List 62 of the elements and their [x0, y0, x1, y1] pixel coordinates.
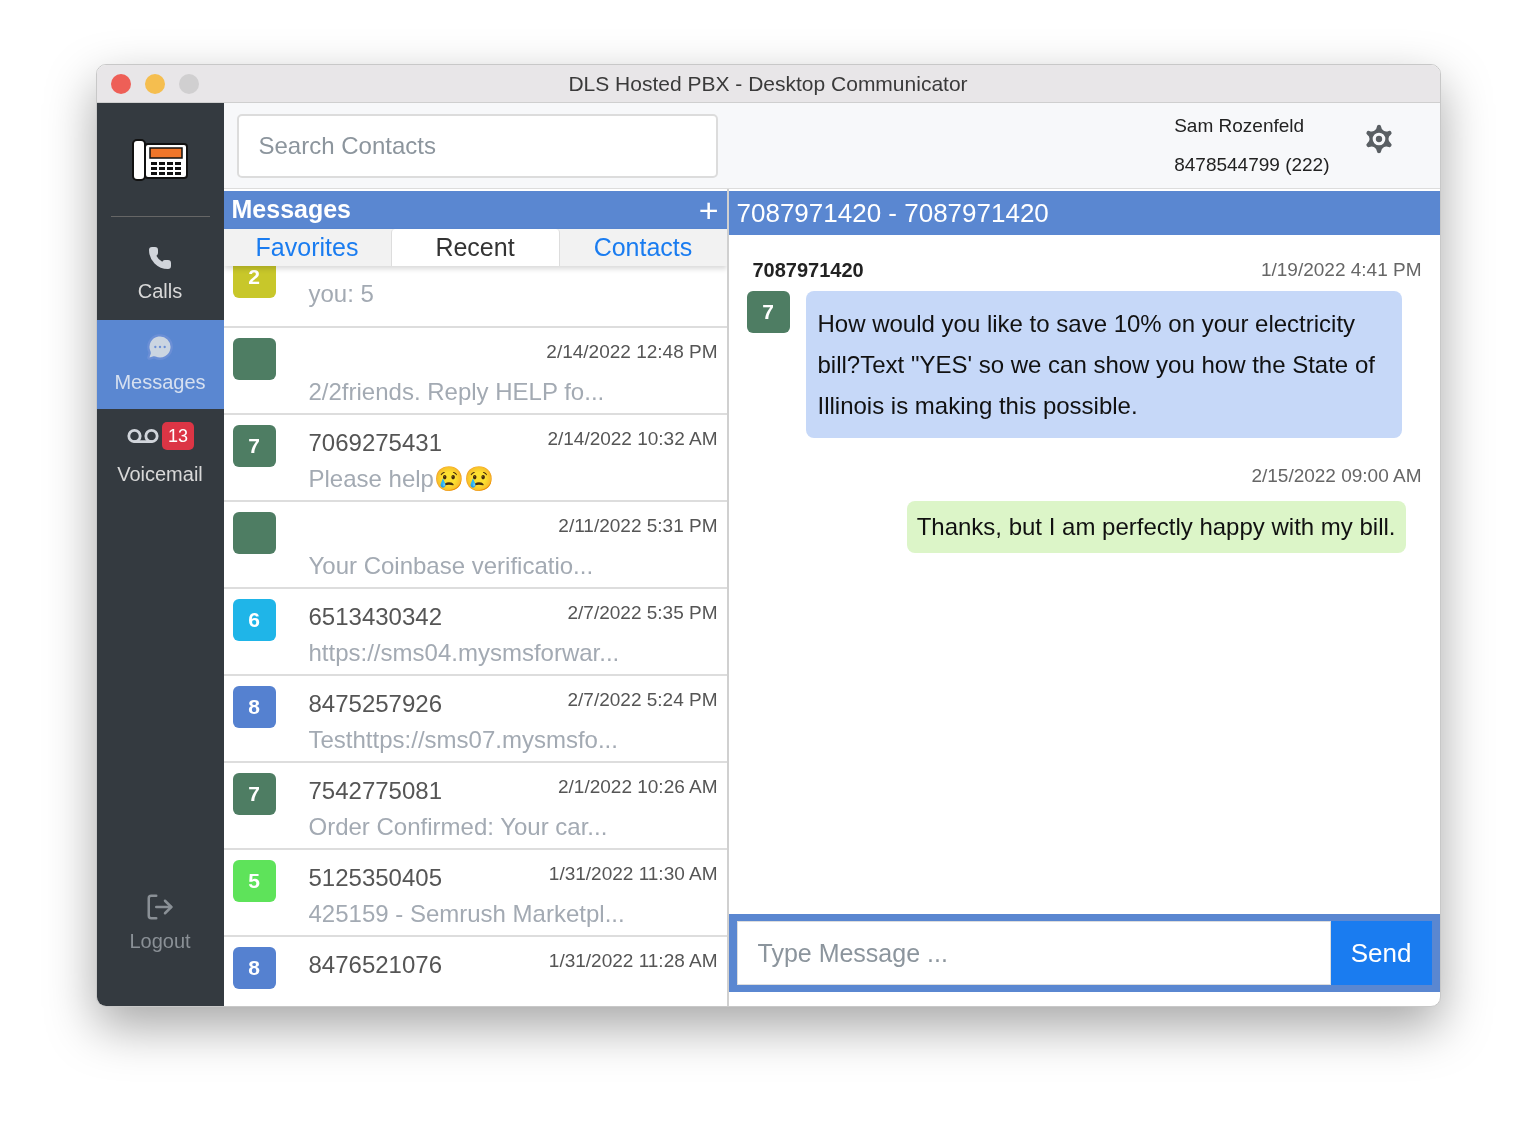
message-thread[interactable]: 2/11/2022 5:31 PM Your Coinbase verificatio...	[223, 502, 727, 589]
send-button[interactable]: Send	[1330, 921, 1432, 985]
logout-button[interactable]: Logout	[96, 892, 224, 956]
logout-icon	[145, 892, 175, 922]
message-thread[interactable]: 7 7069275431 2/14/2022 10:32 AM Please help😢😢	[223, 415, 727, 502]
message-time: 2/14/2022 12:48 PM	[546, 340, 718, 364]
message-time: 1/19/2022 4:41 PM	[1260, 257, 1422, 282]
message-thread[interactable]: 8 8476521076 1/31/2022 11:28 AM	[223, 937, 727, 1006]
avatar: 7	[232, 425, 276, 467]
chat-bubble-icon	[146, 332, 174, 361]
user-number: 8478544799 (222)	[1174, 152, 1330, 177]
sender-number: 7069275431	[308, 428, 442, 458]
conversation-title: 7087971420 - 7087971420	[736, 196, 1049, 230]
message-time: 1/31/2022 11:30 AM	[548, 862, 718, 886]
message-preview: 425159 - Semrush Marketpl...	[308, 899, 626, 929]
phone-icon	[148, 245, 172, 270]
message-preview: Order Confirmed: Your car...	[308, 812, 609, 842]
window-title: DLS Hosted PBX - Desktop Communicator	[568, 70, 968, 97]
avatar: 7	[746, 291, 790, 333]
message-thread[interactable]: 7 7542775081 2/1/2022 10:26 AM Order Confirmed: Your car...	[223, 763, 727, 850]
user-name: Sam Rozenfeld	[1174, 114, 1306, 138]
avatar: 7	[232, 773, 276, 815]
outgoing-message-bubble: Thanks, but I am perfectly happy with my bill.	[906, 500, 1406, 553]
message-thread[interactable]: 8 8475257926 2/7/2022 5:24 PM Testhttps://sms07.mysmsfo...	[223, 676, 727, 763]
tab[interactable]: Recent	[390, 228, 560, 266]
sender-number: 8475257926	[308, 689, 442, 719]
message-thread[interactable]: 2/14/2022 12:48 PM 2/2friends. Reply HELP fo...	[223, 328, 727, 415]
avatar: 8	[232, 947, 276, 989]
avatar: 8	[232, 686, 276, 728]
sidebar-item[interactable]: 13 Voicemail	[96, 409, 224, 498]
minimize-button[interactable]	[144, 73, 165, 94]
avatar: 6	[232, 599, 276, 641]
message-time: 2/11/2022 5:31 PM	[558, 514, 718, 538]
sender-number: 6513430342	[308, 602, 442, 632]
message-preview: you: 5	[308, 279, 375, 309]
tab[interactable]: Contacts	[559, 228, 727, 266]
close-button[interactable]	[110, 73, 131, 94]
sender-number: 5125350405	[308, 863, 442, 893]
message-preview: Please help😢😢	[308, 464, 495, 494]
message-time: 1/31/2022 11:28 AM	[548, 949, 718, 973]
message-preview: Testhttps://sms07.mysmsfo...	[308, 725, 619, 755]
avatar: 5	[232, 860, 276, 902]
search-field[interactable]: Search Contacts	[236, 113, 718, 178]
message-time: 2/7/2022 5:24 PM	[567, 688, 718, 712]
message-time: 2/14/2022 10:32 AM	[547, 427, 718, 451]
message-thread[interactable]: 6 6513430342 2/7/2022 5:35 PM https://sms04.mysmsforwar...	[223, 589, 727, 676]
message-preview: 2/2friends. Reply HELP fo...	[308, 377, 606, 407]
incoming-message-bubble: How would you like to save 10% on your electricity bill?Text "YES' so we can show you how the State of Illinois is making this possible.	[805, 291, 1402, 438]
message-input[interactable]: Type Message ...	[736, 921, 1331, 985]
add-button[interactable]: +	[698, 192, 719, 227]
message-time: 2/7/2022 5:35 PM	[567, 601, 718, 625]
sender-name: 7087971420	[752, 258, 864, 283]
sender-number: 7542775081	[308, 776, 442, 806]
message-thread[interactable]: 5 5125350405 1/31/2022 11:30 AM 425159 - Semrush Marketpl...	[223, 850, 727, 937]
message-preview: Your Coinbase verificatio...	[308, 551, 595, 581]
message-time: 2/15/2022 09:00 AM	[1251, 464, 1422, 488]
message-preview: https://sms04.mysmsforwar...	[308, 638, 621, 668]
panel-title: Messages	[231, 194, 352, 225]
count-badge: 13	[162, 421, 194, 450]
sidebar-item[interactable]: Calls	[96, 231, 224, 320]
message-time: 2/1/2022 10:26 AM	[558, 775, 718, 799]
sender-number: 8476521076	[308, 950, 442, 980]
